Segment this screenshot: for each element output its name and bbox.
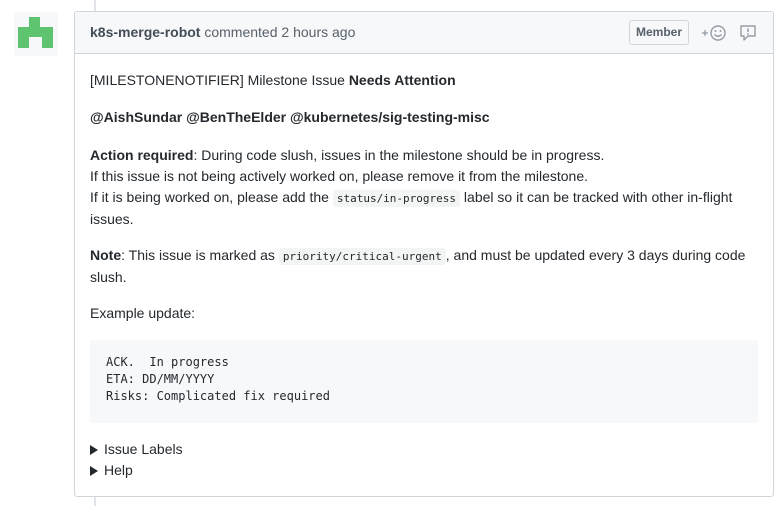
code-line: ACK. In progress (106, 355, 229, 369)
action-required-block: Action required: During code slush, issu… (90, 145, 760, 230)
details-issue-labels[interactable]: Issue Labels (90, 439, 183, 460)
needs-attention: Needs Attention (348, 72, 456, 88)
action-required-label: Action required (90, 147, 194, 163)
avatar-pixel (18, 37, 29, 48)
note-block: Note: This issue is marked as priority/c… (90, 245, 760, 288)
mentions: @AishSundar @BenTheElder @kubernetes/sig… (90, 107, 760, 128)
worked-line-start: If it is being worked on, please add the (90, 189, 333, 205)
comment-action: commented (204, 24, 278, 40)
milestone-notice: [MILESTONENOTIFIER] Milestone Issue Need… (90, 70, 760, 91)
code-block: ACK. In progress ETA: DD/MM/YYYY Risks: … (90, 340, 758, 423)
avatar[interactable] (14, 12, 58, 56)
avatar-pixel (29, 17, 40, 27)
report-icon[interactable] (739, 23, 757, 43)
avatar-pixel (18, 27, 53, 37)
details-help[interactable]: Help (90, 460, 133, 481)
avatar-pixel (42, 37, 53, 48)
author-link[interactable]: k8s-merge-robot (90, 24, 200, 40)
status-label-code: status/in-progress (332, 190, 461, 207)
member-badge: Member (629, 20, 690, 45)
mention-links[interactable]: @AishSundar @BenTheElder @kubernetes/sig… (90, 109, 490, 125)
priority-label-code: priority/critical-urgent (278, 248, 446, 265)
details-summary[interactable]: Help (104, 462, 133, 478)
notifier-text: [MILESTONENOTIFIER] Milestone Issue (90, 72, 349, 88)
note-label: Note (90, 247, 122, 263)
note-text-start: : This issue is marked as (121, 247, 279, 263)
code-line: Risks: Complicated fix required (106, 389, 330, 403)
details-summary[interactable]: Issue Labels (104, 441, 183, 457)
comment-header: k8s-merge-robot commented 2 hours ago Me… (75, 12, 773, 54)
expand-triangle-icon (90, 445, 98, 455)
example-update-label: Example update: (90, 305, 196, 321)
code-line: ETA: DD/MM/YYYY (106, 372, 215, 386)
comment-time[interactable]: 2 hours ago (281, 24, 355, 40)
add-reaction-icon[interactable] (701, 23, 729, 43)
comment-box: k8s-merge-robot commented 2 hours ago Me… (74, 11, 774, 497)
expand-triangle-icon (90, 466, 98, 476)
not-worked-line: If this issue is not being actively work… (90, 168, 589, 184)
comment-meta: k8s-merge-robot commented 2 hours ago (90, 24, 355, 40)
action-required-text: : During code slush, issues in the miles… (193, 147, 605, 163)
